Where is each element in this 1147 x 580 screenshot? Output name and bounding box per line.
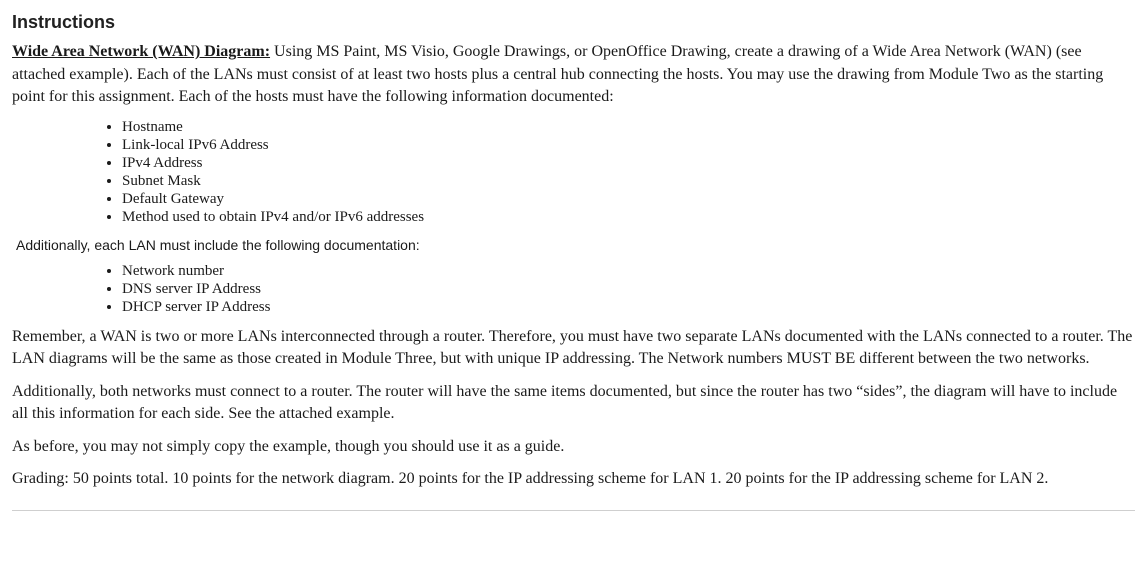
divider bbox=[12, 510, 1135, 511]
list-item: DNS server IP Address bbox=[122, 280, 1135, 298]
list-item: IPv4 Address bbox=[122, 154, 1135, 172]
instructions-heading: Instructions bbox=[12, 10, 1135, 35]
paragraph-remember: Remember, a WAN is two or more LANs inte… bbox=[12, 326, 1135, 371]
list-item: Default Gateway bbox=[122, 190, 1135, 208]
list-item: Method used to obtain IPv4 and/or IPv6 a… bbox=[122, 208, 1135, 226]
intro-paragraph: Wide Area Network (WAN) Diagram: Using M… bbox=[12, 41, 1135, 108]
paragraph-guide: As before, you may not simply copy the e… bbox=[12, 436, 1135, 458]
list-item: DHCP server IP Address bbox=[122, 298, 1135, 316]
lan-subheading: Additionally, each LAN must include the … bbox=[16, 236, 1135, 256]
list-item: Subnet Mask bbox=[122, 172, 1135, 190]
list-item: Network number bbox=[122, 262, 1135, 280]
paragraph-router: Additionally, both networks must connect… bbox=[12, 381, 1135, 426]
list-item: Hostname bbox=[122, 118, 1135, 136]
list-item: Link-local IPv6 Address bbox=[122, 136, 1135, 154]
paragraph-grading: Grading: 50 points total. 10 points for … bbox=[12, 468, 1135, 490]
lan-requirements-list: Network number DNS server IP Address DHC… bbox=[12, 262, 1135, 316]
intro-lead: Wide Area Network (WAN) Diagram: bbox=[12, 43, 270, 60]
host-requirements-list: Hostname Link-local IPv6 Address IPv4 Ad… bbox=[12, 118, 1135, 226]
